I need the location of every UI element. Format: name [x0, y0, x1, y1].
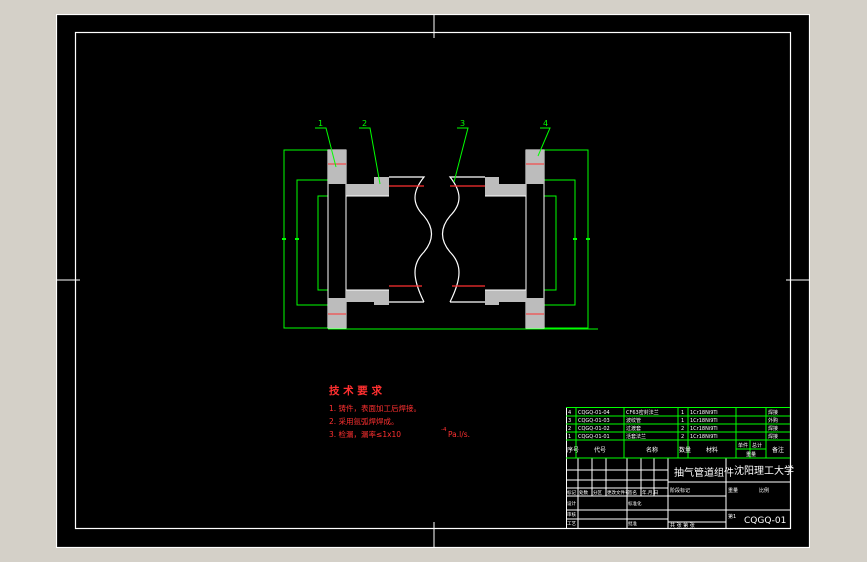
label-change-doc: 更改文件号 — [607, 489, 630, 496]
bom-cell: 外购 — [768, 417, 778, 424]
bom-cell: 过渡套 — [626, 425, 641, 432]
bom-header-total-weight: 总计 — [752, 442, 762, 449]
cad-viewport[interactable]: 1 2 3 4 技 术 要 求 1. 铸件，表面加工后焊接。 2. 采用氩弧焊焊… — [56, 14, 810, 548]
bom-row: 2 CQGQ-01-02 过渡套 2 1Cr18Ni9Ti 焊接 — [568, 425, 778, 432]
label-count: 处数 — [579, 489, 588, 496]
balloon-3: 3 — [460, 119, 465, 128]
right-flange-assembly — [485, 149, 545, 329]
bom-row: 3 CQGQ-01-03 波纹管 1 1Cr18Ni9Ti 外购 — [568, 417, 778, 424]
bom-cell: 焊接 — [768, 409, 778, 416]
balloon-4: 4 — [543, 119, 548, 128]
bom-header-qty: 数量 — [679, 446, 691, 454]
label-date: 年.月.日 — [642, 489, 658, 496]
bom-cell: 1Cr18Ni9Ti — [690, 418, 718, 424]
label-sign: 签名 — [628, 489, 637, 496]
bom-cell: 2 — [681, 426, 684, 432]
label-design: 设计 — [567, 500, 576, 507]
bom-header: 序号 代号 名称 数量 材料 单件 总计 重量 备注 — [567, 442, 784, 458]
bom-row: 4 CQGQ-01-04 CF63密封法兰 1 1Cr18Ni9Ti 焊接 — [568, 409, 778, 416]
label-zone: 分区 — [593, 489, 602, 496]
bom-cell: 焊接 — [768, 425, 778, 432]
bom-cell: 4 — [568, 410, 571, 416]
technical-requirements: 技 术 要 求 1. 铸件，表面加工后焊接。 2. 采用氩弧焊焊成。 3. 检漏… — [329, 384, 470, 439]
bellows — [389, 176, 485, 303]
label-sheet-no: 第1 — [728, 513, 736, 520]
bom-header-material: 材料 — [706, 446, 718, 454]
tech-req-item-3: 3. 检漏，漏率≤1x10 — [329, 429, 401, 439]
bom-cell: 1Cr18Ni9Ti — [690, 434, 718, 440]
bom-cell: CF63密封法兰 — [626, 409, 659, 416]
bom-cell: 2 — [568, 426, 571, 432]
bom-header-no: 序号 — [567, 446, 579, 454]
school-name: 沈阳理工大学 — [734, 464, 794, 477]
bom-cell: CQGQ-01-01 — [578, 434, 610, 440]
label-stage-mark: 阶段标记 — [670, 487, 690, 494]
label-ratio: 比例 — [759, 487, 769, 494]
bom-header-weight: 重量 — [746, 451, 756, 458]
bom-cell: CQGQ-01-03 — [578, 418, 610, 424]
bom-header-note: 备注 — [772, 446, 784, 454]
cad-drawing: 1 2 3 4 技 术 要 求 1. 铸件，表面加工后焊接。 2. 采用氩弧焊焊… — [56, 14, 810, 548]
tech-req-title: 技 术 要 求 — [329, 384, 382, 397]
bom-cell: 焊接 — [768, 433, 778, 440]
label-weight: 重量 — [728, 487, 738, 494]
bom-cell: 1 — [681, 418, 684, 424]
inner-border — [74, 31, 792, 530]
bom-cell: 1 — [568, 434, 571, 440]
drawing-number: CQGQ-01 — [744, 516, 786, 526]
label-approve: 批准 — [628, 520, 637, 527]
bom-cell: 1 — [681, 410, 684, 416]
label-check: 审核 — [567, 511, 576, 518]
label-standard: 标准化 — [628, 500, 642, 507]
bom-cell: CQGQ-01-02 — [578, 426, 610, 432]
bom-header-code: 代号 — [594, 446, 606, 454]
leader-lines — [315, 127, 551, 185]
balloon-2: 2 — [362, 119, 367, 128]
tech-req-exponent: -4 — [441, 427, 447, 433]
bom-header-name: 名称 — [646, 446, 658, 454]
tech-req-item-1: 1. 铸件，表面加工后焊接。 — [329, 403, 421, 413]
bom-cell: 活套法兰 — [626, 433, 646, 440]
label-mark: 标记 — [567, 489, 576, 496]
bom-cell: 2 — [681, 434, 684, 440]
balloon-1: 1 — [318, 119, 323, 128]
bom-cell: 波纹管 — [626, 417, 641, 424]
tech-req-unit: Pa.l/s. — [448, 430, 470, 439]
label-sheets: 共 张 第 张 — [670, 522, 695, 529]
bom-cell: 1Cr18Ni9Ti — [690, 410, 718, 416]
bom-cell: 3 — [568, 418, 571, 424]
drawing-title: 抽气管道组件 — [674, 466, 734, 479]
bom-header-unit-weight: 单件 — [738, 442, 748, 449]
bom-cell: CQGQ-01-04 — [578, 410, 610, 416]
bom-cell: 1Cr18Ni9Ti — [690, 426, 718, 432]
bom-row: 1 CQGQ-01-01 活套法兰 2 1Cr18Ni9Ti 焊接 — [568, 433, 778, 440]
tech-req-item-2: 2. 采用氩弧焊焊成。 — [329, 416, 399, 426]
label-process: 工艺 — [567, 521, 576, 527]
left-flange-assembly — [327, 149, 389, 329]
